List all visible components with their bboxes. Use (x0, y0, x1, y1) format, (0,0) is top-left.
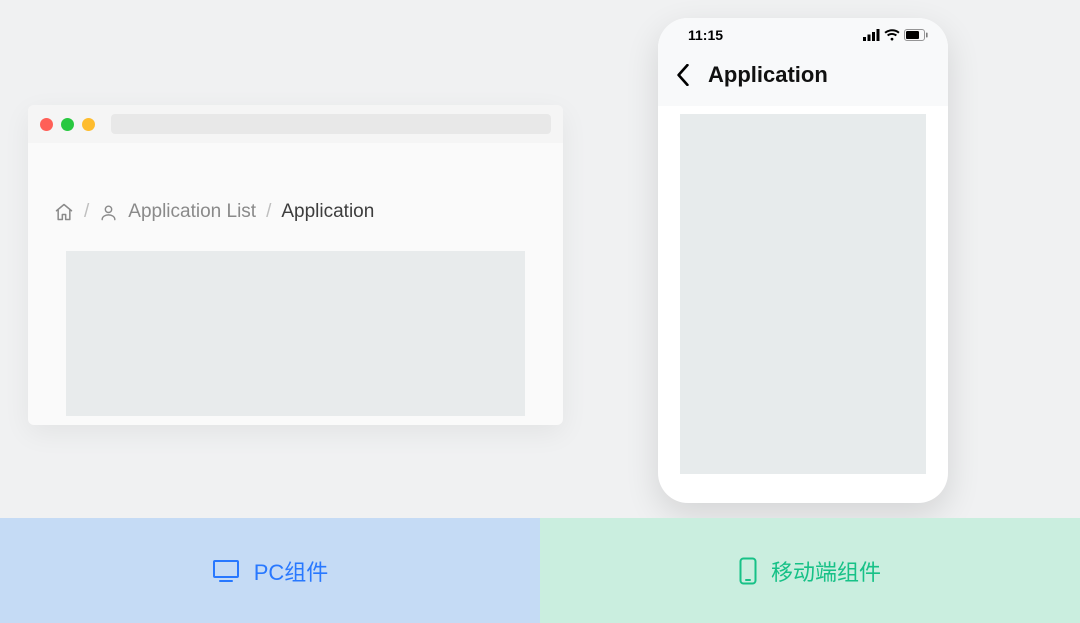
mobile-title: Application (708, 62, 828, 88)
mobile-header: Application (658, 52, 948, 106)
address-bar[interactable] (111, 114, 551, 134)
pc-tile[interactable]: PC组件 (0, 518, 540, 623)
breadcrumb-separator: / (266, 201, 271, 223)
home-icon[interactable] (54, 202, 74, 222)
status-indicators (863, 29, 928, 41)
breadcrumb-item-current: Application (281, 201, 374, 223)
mobile-content-placeholder (680, 114, 926, 474)
pc-tile-label: PC组件 (254, 555, 329, 587)
battery-icon (904, 29, 928, 41)
breadcrumb-item-list[interactable]: Application List (128, 201, 256, 223)
cellular-icon (863, 29, 880, 41)
footer: PC组件 移动端组件 (0, 518, 1080, 623)
pc-content-placeholder (66, 251, 525, 416)
window-close-dot[interactable] (40, 118, 53, 131)
window-minimize-dot[interactable] (61, 118, 74, 131)
wifi-icon (884, 29, 900, 41)
pc-titlebar (28, 105, 563, 143)
breadcrumb-separator: / (84, 201, 89, 223)
mobile-tile[interactable]: 移动端组件 (540, 518, 1080, 623)
canvas: / Application List / Application 11:15 (0, 0, 1080, 623)
status-bar: 11:15 (658, 18, 948, 52)
user-icon[interactable] (99, 203, 118, 222)
back-icon[interactable] (676, 64, 690, 86)
mobile-tile-label: 移动端组件 (771, 555, 881, 587)
status-time: 11:15 (688, 27, 723, 43)
pc-window: / Application List / Application (28, 105, 563, 425)
breadcrumb: / Application List / Application (28, 143, 563, 247)
monitor-icon (212, 559, 240, 583)
pc-body: / Application List / Application (28, 143, 563, 416)
window-zoom-dot[interactable] (82, 118, 95, 131)
smartphone-icon (739, 557, 757, 585)
mobile-frame: 11:15 Application (658, 18, 948, 503)
